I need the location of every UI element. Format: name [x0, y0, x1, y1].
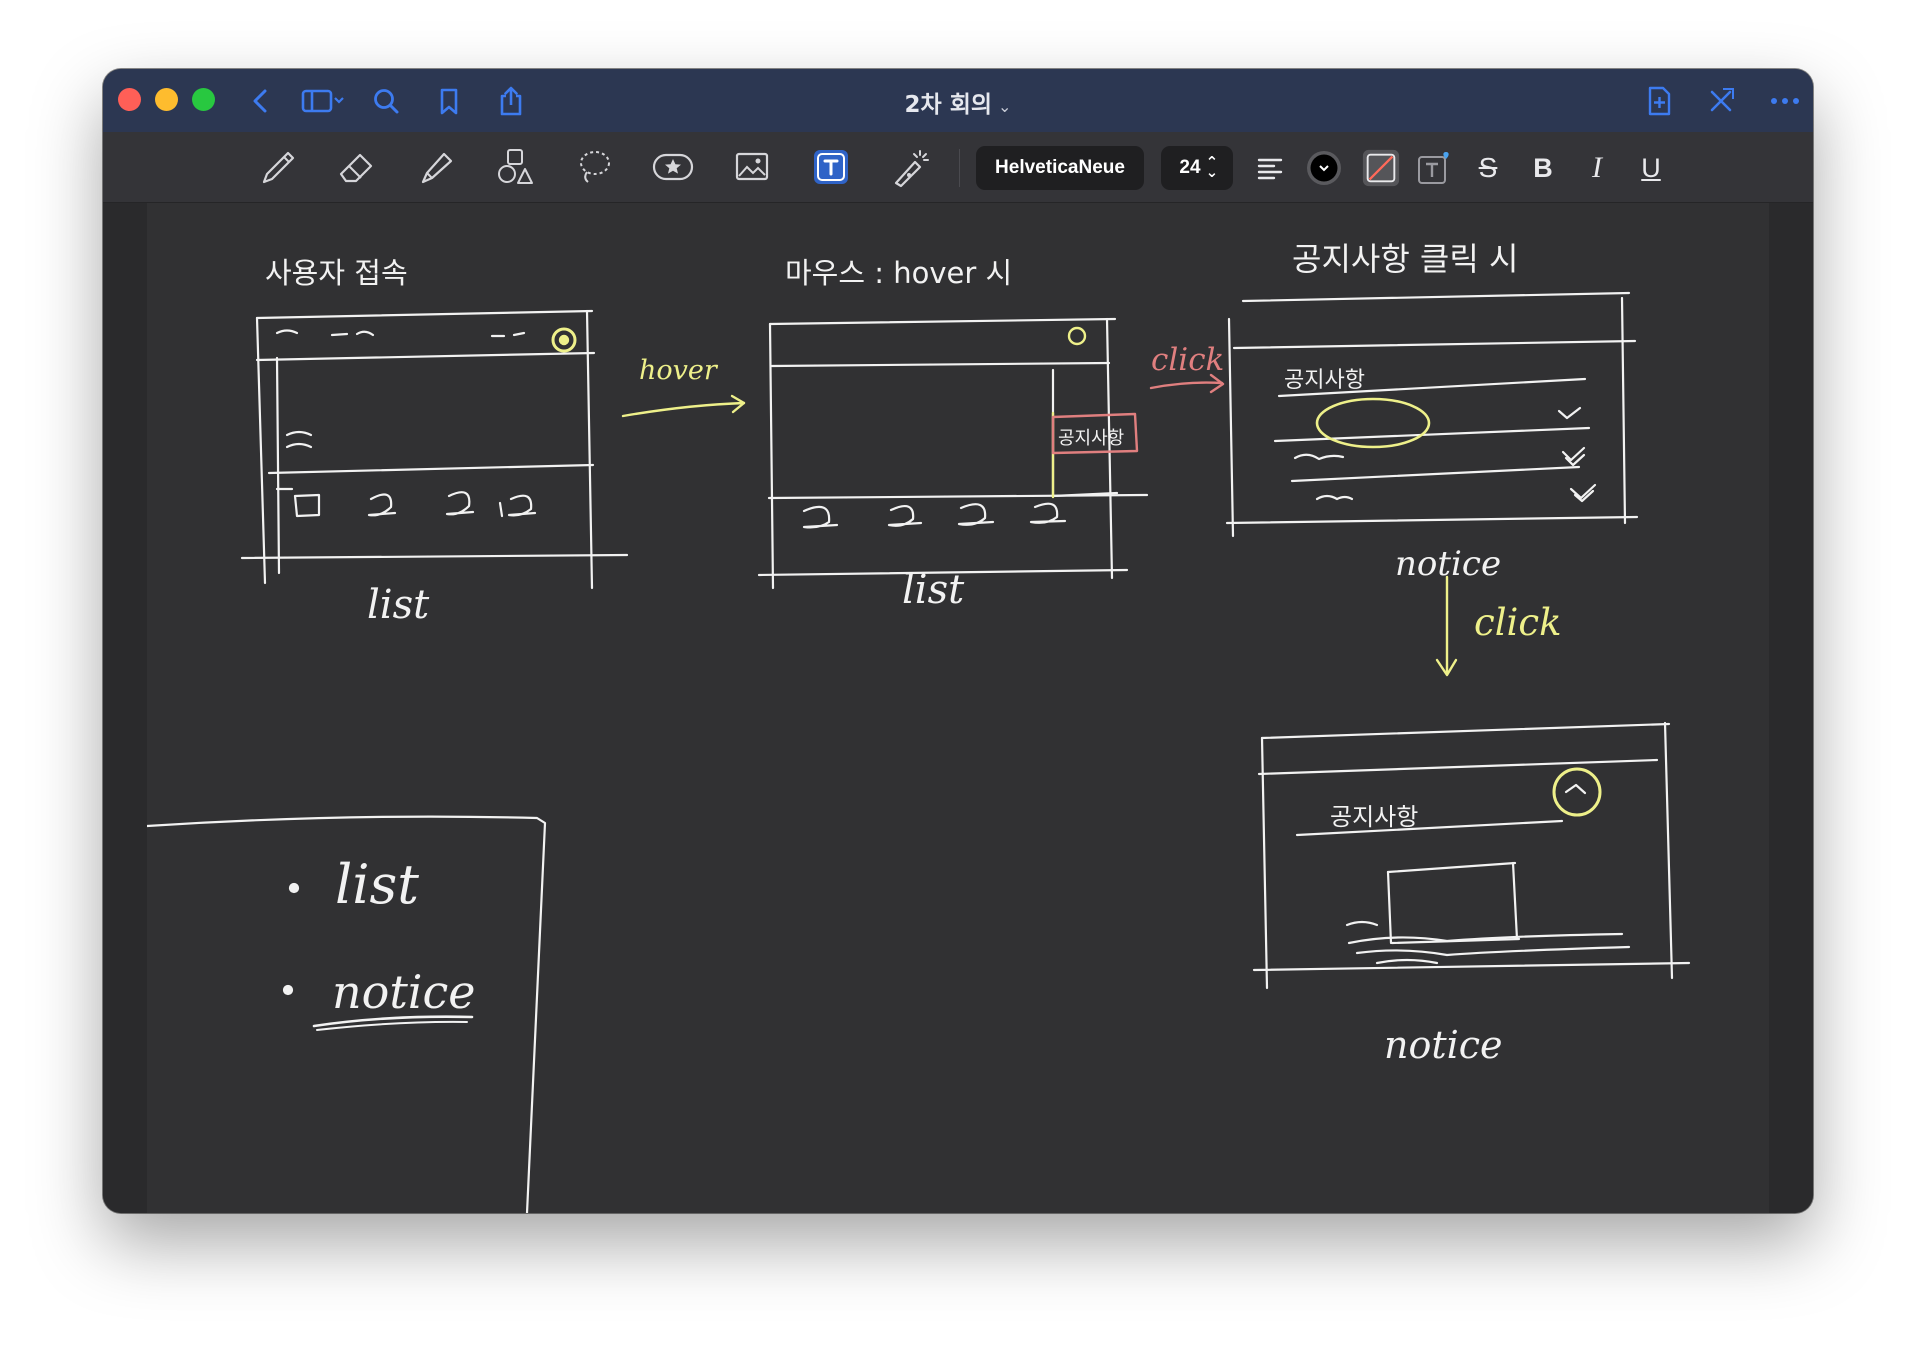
label-list-2: list	[902, 567, 965, 613]
close-editor-icon[interactable]	[1703, 83, 1739, 119]
chevron-down-icon: ⌄	[998, 97, 1012, 116]
add-page-icon[interactable]	[1641, 83, 1677, 119]
wireframe-user-access	[240, 309, 629, 590]
label-notice-click: 공지사항 클릭 시	[1292, 240, 1518, 278]
click-arrow	[1149, 381, 1224, 390]
bullet-dot-1	[288, 882, 300, 894]
text-style-icon[interactable]	[1415, 146, 1455, 190]
label-detail-title: 공지사항	[1330, 803, 1418, 831]
laser-pointer-icon[interactable]	[887, 145, 933, 189]
label-notice-button: 공지사항	[1058, 428, 1124, 449]
strikethrough-label: S	[1478, 152, 1498, 183]
bullet-notice-text: notice	[332, 965, 476, 1019]
wireframe-notice-detail	[1252, 721, 1691, 990]
app-window: 2차 회의 ⌄ HelveticaNeue 24 ⌃⌄ S B I U 사용자 …	[103, 69, 1813, 1213]
bold-label: B	[1533, 152, 1553, 183]
label-click-arrow: click	[1151, 342, 1224, 378]
wireframe-notice-click	[1225, 291, 1639, 538]
label-click-down: click	[1474, 601, 1562, 644]
collapse-highlight	[1552, 767, 1602, 817]
text-tool-icon[interactable]	[814, 150, 848, 184]
label-mouse-hover: 마우스 : hover 시	[785, 256, 1012, 290]
underline-label: U	[1641, 152, 1661, 183]
bullet-dot-2	[282, 984, 294, 996]
hover-arrow	[621, 401, 746, 418]
drawing-toolbar: HelveticaNeue 24 ⌃⌄ S B I U	[103, 132, 1813, 203]
lasso-icon[interactable]	[572, 145, 618, 189]
label-panel-title: 공지사항	[1284, 368, 1365, 393]
strikethrough-button[interactable]: S	[1468, 146, 1508, 190]
background-color-picker[interactable]	[1361, 146, 1401, 190]
image-icon[interactable]	[729, 145, 775, 189]
note-page[interactable]: 사용자 접속 마우스 : hover 시 공지사항 클릭 시 hover cli…	[147, 203, 1769, 1213]
shapes-icon[interactable]	[493, 145, 539, 189]
font-size-arrows-icon: ⌃⌄	[1205, 154, 1219, 181]
sticker-icon[interactable]	[650, 145, 696, 189]
document-title[interactable]: 2차 회의 ⌄	[103, 85, 1813, 119]
eraser-icon[interactable]	[334, 145, 380, 189]
item-highlight	[1315, 397, 1431, 449]
label-user-access: 사용자 접속	[265, 256, 408, 290]
font-size-stepper[interactable]: 24 ⌃⌄	[1161, 146, 1233, 190]
text-color-picker[interactable]	[1304, 146, 1344, 190]
hover-dot	[1067, 326, 1087, 346]
document-title-text: 2차 회의	[904, 92, 993, 118]
title-bar: 2차 회의 ⌄	[103, 69, 1813, 133]
user-dot-center	[558, 334, 570, 346]
bold-button[interactable]: B	[1523, 146, 1563, 190]
highlighter-icon[interactable]	[413, 145, 459, 189]
font-name: HelveticaNeue	[995, 157, 1125, 178]
align-left-icon[interactable]	[1250, 146, 1290, 190]
wireframe-mouse-hover	[757, 317, 1149, 590]
pen-icon[interactable]	[255, 145, 301, 189]
label-list-1: list	[367, 582, 430, 628]
canvas-area[interactable]: 사용자 접속 마우스 : hover 시 공지사항 클릭 시 hover cli…	[103, 203, 1813, 1213]
underline-button[interactable]: U	[1631, 146, 1671, 190]
toolbar-divider	[959, 149, 960, 187]
more-icon[interactable]	[1765, 83, 1805, 119]
label-notice-1: notice	[1395, 544, 1501, 584]
label-notice-2: notice	[1384, 1023, 1503, 1067]
label-hover-arrow: hover	[639, 355, 719, 386]
bullet-list-text: list	[335, 853, 419, 916]
font-selector[interactable]: HelveticaNeue	[976, 146, 1144, 190]
font-size-value: 24	[1179, 157, 1201, 178]
italic-label: I	[1592, 151, 1602, 184]
italic-button[interactable]: I	[1577, 146, 1617, 190]
handwriting-layer: 사용자 접속 마우스 : hover 시 공지사항 클릭 시 hover cli…	[147, 240, 1691, 1213]
